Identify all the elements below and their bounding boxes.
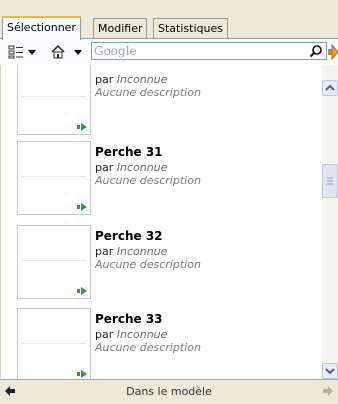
home-icon xyxy=(51,44,65,59)
item-title[interactable]: Perche 33 xyxy=(95,312,163,326)
load-icon xyxy=(77,203,87,211)
magnifier-icon[interactable] xyxy=(309,44,323,58)
chevron-down-icon xyxy=(325,368,335,375)
load-icon xyxy=(77,370,87,378)
scroll-up-button[interactable] xyxy=(322,80,338,96)
item-author: par Inconnue xyxy=(95,161,168,174)
vertical-scrollbar[interactable] xyxy=(322,65,338,379)
scroll-down-button[interactable] xyxy=(322,363,338,379)
item-description: Aucune description xyxy=(95,341,201,354)
load-icon xyxy=(77,287,87,295)
grip-icon xyxy=(327,177,333,185)
scrollbar-thumb[interactable] xyxy=(322,164,338,198)
search-input[interactable] xyxy=(94,43,294,59)
location-label: Dans le modèle xyxy=(126,385,212,398)
toolbar xyxy=(0,39,338,65)
item-description: Aucune description xyxy=(95,174,201,187)
component-thumbnail xyxy=(17,225,91,299)
load-icon xyxy=(77,123,87,131)
item-author: par Inconnue xyxy=(95,245,168,258)
component-list: par Inconnue Aucune description Perche 3… xyxy=(0,65,323,379)
chevron-down-icon xyxy=(74,49,82,55)
component-thumbnail xyxy=(17,65,91,135)
item-title[interactable]: Perche 32 xyxy=(95,229,163,243)
item-author: par Inconnue xyxy=(95,73,168,86)
list-item[interactable]: par Inconnue Aucune description xyxy=(15,65,315,137)
chevron-down-icon xyxy=(28,49,36,55)
tab-statistiques[interactable]: Statistiques xyxy=(153,18,228,38)
arrow-right-icon[interactable] xyxy=(322,385,334,397)
item-title[interactable]: Perche 31 xyxy=(95,145,163,159)
arrow-right-icon[interactable] xyxy=(328,43,338,61)
status-bar: Dans le modèle xyxy=(0,379,338,404)
component-thumbnail xyxy=(17,308,91,379)
list-item[interactable]: Perche 33 par Inconnue Aucune descriptio… xyxy=(15,308,315,379)
item-description: Aucune description xyxy=(95,86,201,99)
component-thumbnail xyxy=(17,141,91,215)
search-box xyxy=(91,42,327,60)
item-author: par Inconnue xyxy=(95,328,168,341)
chevron-up-icon xyxy=(325,84,335,91)
view-options-button[interactable] xyxy=(4,43,40,61)
tab-modifier[interactable]: Modifier xyxy=(93,18,148,38)
list-view-icon xyxy=(8,45,23,59)
tab-bar: Sélectionner Modifier Statistiques xyxy=(0,0,338,40)
list-item[interactable]: Perche 31 par Inconnue Aucune descriptio… xyxy=(15,141,315,217)
tab-selectionner[interactable]: Sélectionner xyxy=(2,16,81,40)
item-description: Aucune description xyxy=(95,258,201,271)
list-item[interactable]: Perche 32 par Inconnue Aucune descriptio… xyxy=(15,225,315,301)
home-button[interactable] xyxy=(44,43,88,61)
